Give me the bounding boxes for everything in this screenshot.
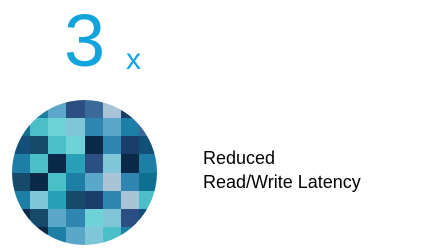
mosaic-tile — [120, 226, 139, 245]
mosaic-tile — [120, 172, 139, 191]
mosaic-tile — [12, 226, 31, 245]
mosaic-tile — [120, 154, 139, 173]
mosaic-tile — [84, 136, 103, 155]
mosaic-tile — [102, 172, 121, 191]
mosaic-tile — [138, 208, 157, 227]
mosaic-tile — [120, 190, 139, 209]
caption-line2: Read/Write Latency — [203, 172, 361, 192]
mosaic-tile — [66, 100, 85, 119]
mosaic-tile — [120, 136, 139, 155]
mosaic-tile — [102, 154, 121, 173]
mosaic-tile — [102, 190, 121, 209]
mosaic-tile — [48, 190, 67, 209]
mosaic-tile — [30, 136, 49, 155]
mosaic-tile — [102, 136, 121, 155]
mosaic-tile — [138, 172, 157, 191]
mosaic-tile — [12, 172, 31, 191]
mosaic-tile — [30, 172, 49, 191]
mosaic-tile — [12, 100, 31, 119]
mosaic-tile — [48, 118, 67, 137]
mosaic-tile — [84, 172, 103, 191]
mosaic-tile — [138, 100, 157, 119]
mosaic-tile — [66, 118, 85, 137]
mosaic-tile — [48, 154, 67, 173]
mosaic-tile — [66, 190, 85, 209]
mosaic-tile — [120, 100, 139, 119]
caption-line1: Reduced — [203, 148, 276, 168]
caption: Reduced Read/Write Latency — [203, 146, 361, 194]
mosaic-tile — [120, 118, 139, 137]
mosaic-tile — [12, 118, 31, 137]
mosaic-tile — [48, 136, 67, 155]
stat-number: 3 — [64, 0, 105, 82]
mosaic-tile — [12, 154, 31, 173]
mosaic-tile — [138, 190, 157, 209]
mosaic-tile — [102, 208, 121, 227]
mosaic-tile — [84, 208, 103, 227]
pixelated-circle-icon — [12, 100, 157, 245]
mosaic-tile — [66, 208, 85, 227]
mosaic-tile — [84, 226, 103, 245]
mosaic-tile — [12, 190, 31, 209]
mosaic-tile — [138, 136, 157, 155]
mosaic-tile — [102, 118, 121, 137]
mosaic-tile — [120, 208, 139, 227]
mosaic-tile — [48, 100, 67, 119]
mosaic-tile — [84, 118, 103, 137]
mosaic-tile — [138, 226, 157, 245]
mosaic-tile — [30, 226, 49, 245]
mosaic-tile — [66, 172, 85, 191]
mosaic-tile — [84, 190, 103, 209]
stat-unit: x — [126, 43, 141, 76]
mosaic-tile — [138, 118, 157, 137]
mosaic-tile — [66, 154, 85, 173]
mosaic-tile — [48, 226, 67, 245]
mosaic-tile — [66, 136, 85, 155]
mosaic-tile — [102, 226, 121, 245]
mosaic-tile — [30, 154, 49, 173]
mosaic-tile — [138, 154, 157, 173]
mosaic-tile — [30, 190, 49, 209]
mosaic-tile — [30, 100, 49, 119]
mosaic-tile — [66, 226, 85, 245]
feature-card: 3 x Reduced Read/Write Latency — [0, 0, 425, 249]
mosaic-tile — [30, 118, 49, 137]
mosaic-tile — [12, 208, 31, 227]
mosaic-tile — [48, 172, 67, 191]
mosaic-tile — [84, 154, 103, 173]
mosaic-tile — [102, 100, 121, 119]
mosaic-tile — [30, 208, 49, 227]
mosaic-tile — [84, 100, 103, 119]
mosaic-tile — [48, 208, 67, 227]
mosaic-tile — [12, 136, 31, 155]
